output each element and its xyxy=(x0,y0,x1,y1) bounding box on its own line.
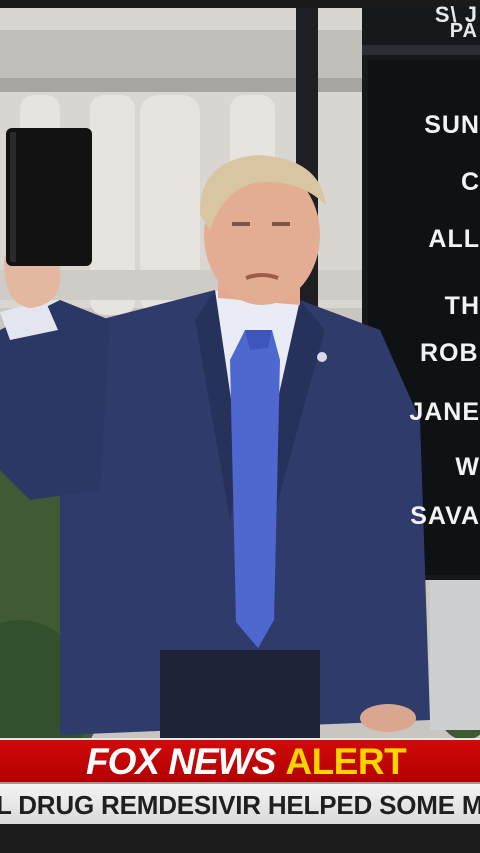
sign-letter-line: SAVA xyxy=(410,502,480,530)
fox-news-alert-logo: FOX NEWS ALERT xyxy=(86,740,407,784)
crawl-headline: L DRUG REMDESIVIR HELPED SOME MO xyxy=(0,790,480,820)
sign-letter-line: TH xyxy=(444,292,480,320)
sign-letter-line: SUN xyxy=(424,111,480,139)
crawl-bar: L DRUG REMDESIVIR HELPED SOME MO xyxy=(0,782,480,826)
video-frame: S\ J PA SUN C ALL TH ROB JANE W SAVA FOX… xyxy=(0,0,480,853)
sign-heading-line: PA xyxy=(449,20,478,42)
sign-letter-line: JANE xyxy=(409,398,480,426)
network-name: FOX NEWS xyxy=(86,741,276,782)
sign-letter-line: ROB xyxy=(420,339,479,367)
church-sign: S\ J PA SUN C ALL TH ROB JANE W SAVA xyxy=(365,0,480,580)
alert-label: ALERT xyxy=(285,741,407,782)
sign-letter-line: C xyxy=(460,168,480,196)
news-ticker: FOX NEWS ALERT L DRUG REMDESIVIR HELPED … xyxy=(0,734,480,826)
sign-letter-line: ALL xyxy=(428,225,480,253)
alert-bar: FOX NEWS ALERT xyxy=(0,738,480,784)
sign-letter-line: W xyxy=(455,453,480,481)
bottom-strip xyxy=(0,824,480,853)
